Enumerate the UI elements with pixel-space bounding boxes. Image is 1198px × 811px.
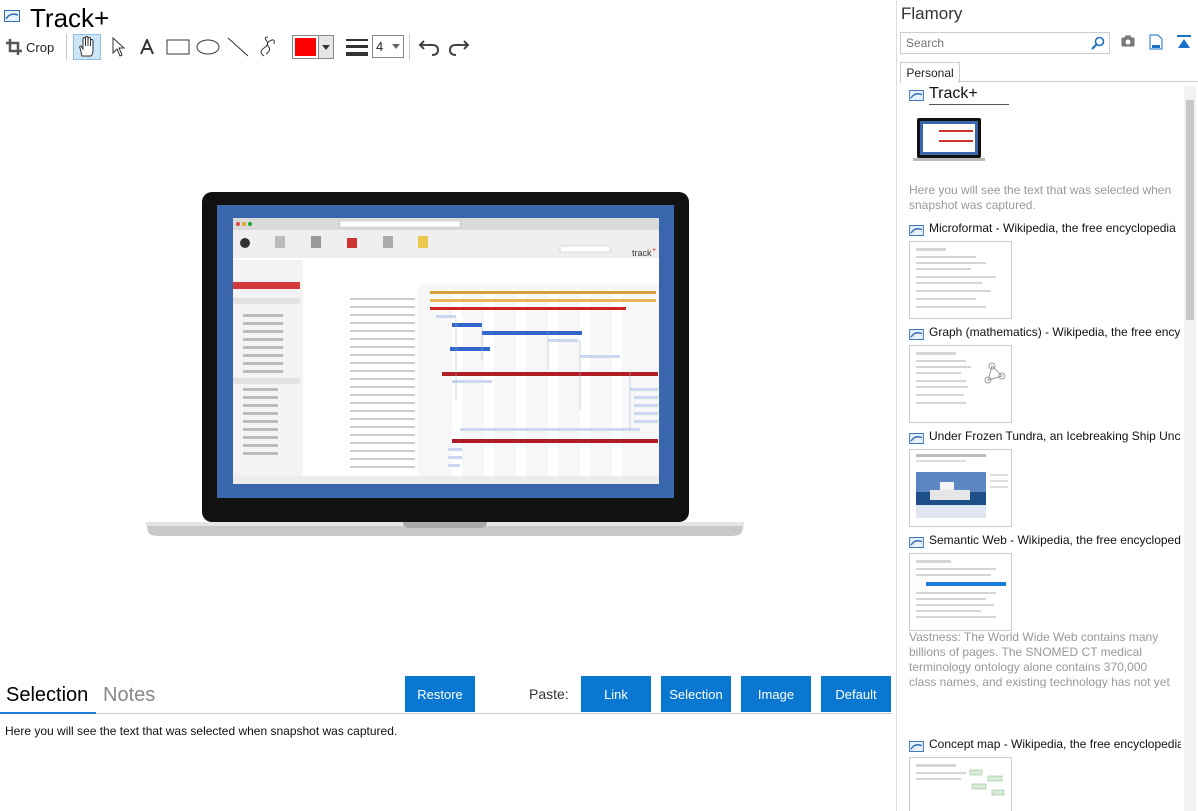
- thumbnail: [909, 757, 1012, 811]
- text-icon: [140, 39, 154, 55]
- chevron-down-icon: [392, 44, 400, 49]
- page-favicon-icon: [909, 741, 924, 752]
- panel-divider[interactable]: [896, 0, 897, 811]
- thumbnail: [909, 241, 1012, 319]
- list-item-title[interactable]: Semantic Web - Wikipedia, the free encyc…: [929, 533, 1181, 547]
- crop-label: Crop: [26, 39, 55, 55]
- app-icon: [4, 10, 20, 22]
- search-icon[interactable]: [1091, 36, 1105, 50]
- thumbnail: [909, 449, 1012, 527]
- laptop-screenshot-image: track +: [146, 192, 744, 536]
- pointer-tool-button[interactable]: [107, 34, 131, 60]
- paste-default-button[interactable]: Default: [821, 676, 891, 712]
- page-favicon-icon: [909, 225, 924, 236]
- paste-link-button[interactable]: Link: [581, 676, 651, 712]
- line-icon: [227, 37, 249, 57]
- thumbnail: [909, 106, 989, 164]
- redo-button[interactable]: [446, 34, 472, 60]
- page-favicon-icon: [909, 537, 924, 548]
- page-favicon-icon: [909, 90, 924, 101]
- restore-button[interactable]: Restore: [405, 676, 475, 712]
- paste-image-button[interactable]: Image: [741, 676, 811, 712]
- window-title: Track+: [30, 3, 110, 33]
- hand-icon: [79, 36, 94, 57]
- undo-icon: [418, 40, 440, 56]
- page-favicon-icon: [909, 433, 924, 444]
- pointer-icon: [112, 37, 126, 57]
- line-width-button[interactable]: [344, 34, 370, 60]
- list-item-description: Vastness: The World Wide Web contains ma…: [909, 630, 1170, 688]
- ellipse-icon: [196, 39, 220, 55]
- chevron-down-icon: [318, 36, 333, 58]
- page-icon[interactable]: [1149, 34, 1163, 50]
- rectangle-icon: [166, 39, 190, 55]
- sidebar-scrollbar[interactable]: [1184, 86, 1196, 811]
- list-item-title[interactable]: Under Frozen Tundra, an Icebreaking Ship…: [929, 429, 1181, 443]
- list-item-title[interactable]: Concept map - Wikipedia, the free encycl…: [929, 737, 1181, 751]
- page-favicon-icon: [909, 329, 924, 340]
- tab-notes[interactable]: Notes: [103, 684, 155, 707]
- svg-text:+: +: [652, 247, 656, 254]
- list-item-description: Here you will see the text that was sele…: [909, 183, 1172, 212]
- search-input[interactable]: [904, 35, 1088, 51]
- tab-selection[interactable]: Selection: [6, 684, 88, 707]
- thumbnail: [909, 553, 1012, 631]
- paste-selection-button[interactable]: Selection: [661, 676, 731, 712]
- camera-icon[interactable]: [1121, 35, 1135, 47]
- ellipse-tool-button[interactable]: [194, 34, 222, 60]
- list-item-title[interactable]: Microformat - Wikipedia, the free encycl…: [929, 221, 1181, 235]
- search-box[interactable]: [900, 32, 1110, 54]
- color-swatch: [295, 38, 317, 56]
- stroke-width-value: 4: [376, 39, 384, 54]
- tab-personal[interactable]: Personal: [900, 62, 960, 83]
- color-picker[interactable]: [292, 35, 334, 59]
- tab-divider: [958, 81, 1198, 82]
- crop-button[interactable]: Crop: [6, 34, 62, 60]
- rectangle-tool-button[interactable]: [164, 34, 192, 60]
- thumbnail: [909, 345, 1012, 423]
- freehand-tool-button[interactable]: [254, 34, 282, 60]
- redo-icon: [448, 40, 470, 56]
- undo-button[interactable]: [416, 34, 442, 60]
- paste-label: Paste:: [529, 686, 569, 702]
- stroke-width-select[interactable]: 4: [372, 35, 404, 58]
- snapshot-canvas[interactable]: track +: [0, 70, 892, 676]
- crop-icon: [6, 39, 22, 55]
- scrollbar-thumb[interactable]: [1186, 100, 1194, 320]
- tab-divider: [0, 713, 892, 714]
- svg-text:track: track: [632, 248, 652, 258]
- upload-icon[interactable]: [1176, 34, 1192, 50]
- snapshot-list[interactable]: Track+ Here you will see the text that w…: [906, 86, 1182, 811]
- selection-text[interactable]: Here you will see the text that was sele…: [5, 724, 397, 738]
- line-width-icon: [346, 39, 368, 56]
- freehand-icon: [260, 36, 275, 57]
- line-tool-button[interactable]: [224, 34, 252, 60]
- list-item-title[interactable]: Graph (mathematics) - Wikipedia, the fre…: [929, 325, 1181, 339]
- brand-name: Flamory: [901, 4, 963, 23]
- active-tab-indicator: [0, 712, 96, 714]
- text-tool-button[interactable]: [136, 34, 158, 60]
- list-item-title[interactable]: Track+: [929, 86, 1009, 105]
- hand-tool-button[interactable]: [73, 34, 101, 60]
